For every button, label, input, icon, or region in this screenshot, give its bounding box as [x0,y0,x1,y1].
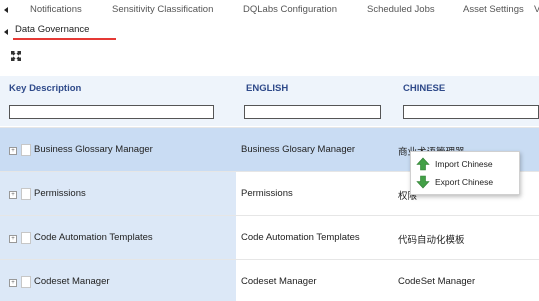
tab-data-governance[interactable]: Data Governance [15,24,89,35]
column-header-key-description[interactable]: Key Description [9,83,81,94]
tab-bar-bottom: Data Governance [0,19,539,41]
expand-row-icon[interactable]: + [9,235,17,243]
tab-sensitivity-classification[interactable]: Sensitivity Classification [112,4,213,15]
arrow-up-icon [416,157,430,171]
english-value[interactable]: Business Glosary Manager [241,144,355,155]
context-menu: Import Chinese Export Chinese [410,151,520,195]
tab-asset-settings[interactable]: Asset Settings [463,4,524,15]
tab-notifications[interactable]: Notifications [30,4,82,15]
document-icon [21,276,31,288]
tab-bar-top: Notifications Sensitivity Classification… [0,0,539,19]
filter-input-key-description[interactable] [9,105,214,119]
menu-item-export-chinese[interactable]: Export Chinese [411,174,519,190]
menu-item-label: Import Chinese [435,159,493,169]
document-icon [21,232,31,244]
document-icon [21,144,31,156]
key-description: Permissions [34,188,86,199]
english-value[interactable]: Code Automation Templates [241,232,360,243]
key-description: Code Automation Templates [34,232,153,243]
tab-dqlabs-configuration[interactable]: DQLabs Configuration [243,4,337,15]
document-icon [21,188,31,200]
column-header-english[interactable]: ENGLISH [246,83,288,94]
grid-header: Key Description ENGLISH CHINESE [0,76,539,126]
expand-icon[interactable] [10,50,22,62]
column-header-chinese[interactable]: CHINESE [403,83,445,94]
table-row[interactable]: + Codeset Manager Codeset Manager CodeSe… [0,259,539,301]
expand-row-icon[interactable]: + [9,191,17,199]
arrow-down-icon [416,175,430,189]
filter-input-english[interactable] [244,105,381,119]
english-value[interactable]: Codeset Manager [241,276,317,287]
expand-row-icon[interactable]: + [9,279,17,287]
filter-input-chinese[interactable] [403,105,539,119]
key-cell[interactable]: + Permissions [0,172,236,216]
tab-overflow[interactable]: V [534,4,539,15]
menu-item-import-chinese[interactable]: Import Chinese [411,156,519,172]
active-tab-indicator [13,38,116,40]
key-description: Business Glossary Manager [34,144,153,155]
key-cell[interactable]: + Codeset Manager [0,260,236,301]
chinese-value[interactable]: CodeSet Manager [398,276,475,287]
key-description: Codeset Manager [34,276,110,287]
table-row[interactable]: + Code Automation Templates Code Automat… [0,215,539,260]
key-cell[interactable]: + Business Glossary Manager [0,128,236,172]
scroll-left-icon[interactable] [4,29,8,35]
chinese-value[interactable]: 代码自动化模板 [398,232,465,246]
tab-scheduled-jobs[interactable]: Scheduled Jobs [367,4,435,15]
scroll-left-icon[interactable] [4,7,8,13]
key-cell[interactable]: + Code Automation Templates [0,216,236,260]
translation-settings-page: Notifications Sensitivity Classification… [0,0,539,301]
english-value[interactable]: Permissions [241,188,293,199]
menu-item-label: Export Chinese [435,177,494,187]
expand-row-icon[interactable]: + [9,147,17,155]
